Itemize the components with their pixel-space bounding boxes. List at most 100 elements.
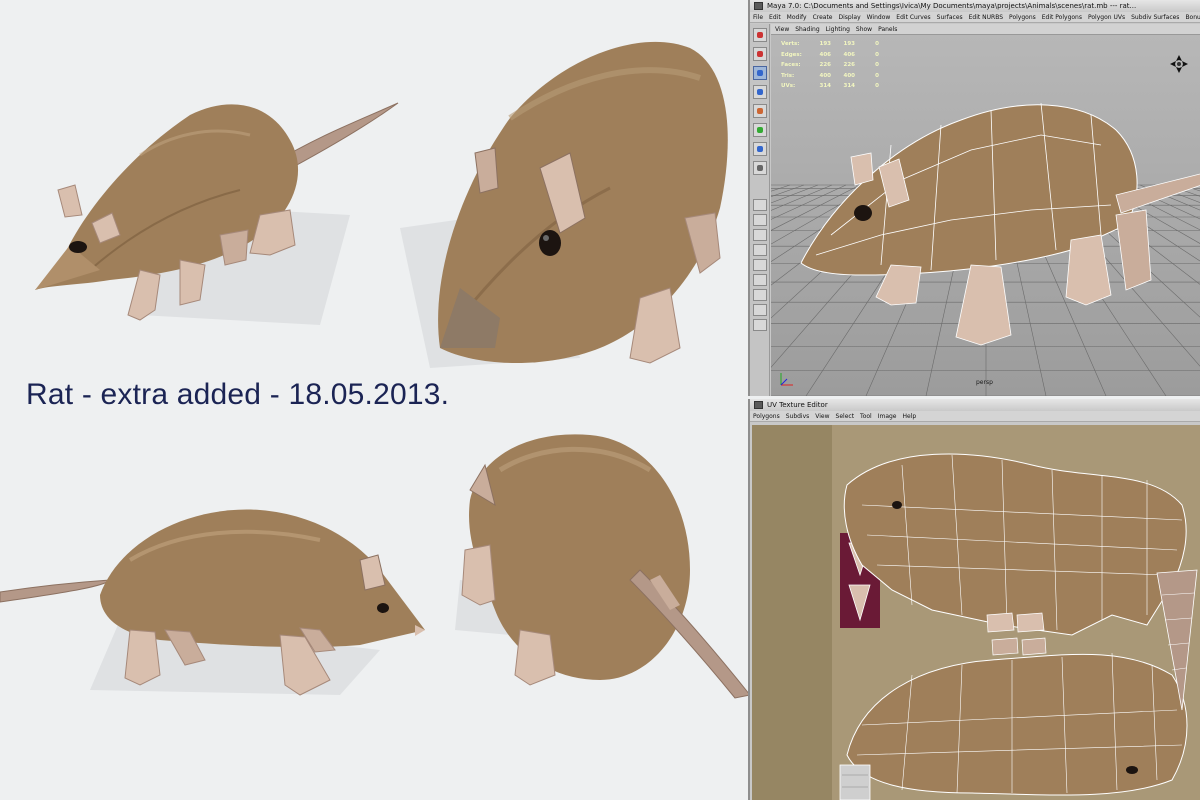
menu-surfaces[interactable]: Surfaces xyxy=(937,14,963,21)
hud-label: Edges: xyxy=(781,51,802,58)
menu-edit-nurbs[interactable]: Edit NURBS xyxy=(969,14,1003,21)
grid-line xyxy=(771,184,805,197)
uv-layout xyxy=(832,425,1200,800)
menu-window[interactable]: Window xyxy=(867,14,891,21)
menu-polygons[interactable]: Polygons xyxy=(1009,14,1036,21)
menu-modify[interactable]: Modify xyxy=(787,14,807,21)
select-icon[interactable] xyxy=(753,28,767,42)
hud-label: UVs: xyxy=(781,83,796,89)
layout-preset-icon[interactable] xyxy=(753,199,767,211)
hud-value: 0 xyxy=(875,72,879,79)
hud-value: 400 xyxy=(843,72,855,79)
move-icon[interactable] xyxy=(753,85,767,99)
lasso-icon[interactable] xyxy=(753,47,767,61)
hud-value: 226 xyxy=(843,62,855,68)
perspective-viewport[interactable]: Verts: 193 193 0 Edges: 406 406 0 Faces: 226 226 0 T… xyxy=(771,35,1200,396)
hud-value: 193 xyxy=(819,41,831,47)
menu-edit-curves[interactable]: Edit Curves xyxy=(896,14,930,21)
paint-select-icon[interactable] xyxy=(753,66,767,80)
hud-row: Edges: 406 406 0 xyxy=(781,50,879,61)
layout-preset-icon[interactable] xyxy=(753,274,767,286)
menu-edit-polygons[interactable]: Edit Polygons xyxy=(1042,14,1082,21)
viewport-panel: View Shading Lighting Show Panels Verts:… xyxy=(771,24,1200,396)
axis-gizmo xyxy=(780,373,793,386)
uv-menu-polygons[interactable]: Polygons xyxy=(753,413,780,420)
grid-line xyxy=(1181,184,1200,192)
uv-menu-help[interactable]: Help xyxy=(903,413,917,420)
uv-menu-select[interactable]: Select xyxy=(836,413,855,420)
panel-menu-view[interactable]: View xyxy=(775,26,789,33)
hud-value: 406 xyxy=(843,51,855,58)
hud-value: 193 xyxy=(843,41,855,47)
hud-value: 400 xyxy=(819,72,831,79)
hud-row: Tris: 400 400 0 xyxy=(781,71,879,82)
uv-menu-subdivs[interactable]: Subdivs xyxy=(786,413,810,420)
rat-wireframe-model xyxy=(800,102,1200,346)
hud-row: Verts: 193 193 0 xyxy=(781,39,879,50)
toolbox xyxy=(750,24,770,396)
grid-line xyxy=(1153,184,1200,203)
render-showcase: Rat - extra added - 18.05.2013. xyxy=(0,0,750,800)
layout-preset-icon[interactable] xyxy=(753,229,767,241)
menu-bonus-tools[interactable]: Bonus Tools xyxy=(1185,14,1200,21)
maya-title: Maya 7.0: C:\Documents and Settings\Ivic… xyxy=(767,2,1137,10)
rat-render-front-three-quarter xyxy=(35,102,399,325)
last-tool-icon[interactable] xyxy=(753,161,767,175)
panel-menu-panels[interactable]: Panels xyxy=(878,26,897,33)
hud-label: Tris: xyxy=(781,72,795,79)
menu-subdiv-surfaces[interactable]: Subdiv Surfaces xyxy=(1131,14,1179,21)
hud-value: 314 xyxy=(819,83,831,89)
hud-value: 0 xyxy=(875,41,879,47)
layout-preset-icon[interactable] xyxy=(753,259,767,271)
layout-preset-icon[interactable] xyxy=(753,319,767,331)
image-composite: Rat - extra added - 18.05.2013. Maya 7.0… xyxy=(0,0,1200,800)
grid-line xyxy=(1139,184,1200,211)
uv-menu-image[interactable]: Image xyxy=(878,413,897,420)
maya-titlebar[interactable]: Maya 7.0: C:\Documents and Settings\Ivic… xyxy=(750,0,1200,12)
panel-menu-lighting[interactable]: Lighting xyxy=(826,26,850,33)
uv-menu-view[interactable]: View xyxy=(815,413,829,420)
view-compass-icon[interactable] xyxy=(1168,53,1190,75)
rotate-icon[interactable] xyxy=(753,104,767,118)
caption: Rat - extra added - 18.05.2013. xyxy=(26,378,450,411)
menu-edit[interactable]: Edit xyxy=(769,14,781,21)
hud-value: 406 xyxy=(819,51,831,58)
hud-value: 0 xyxy=(875,83,879,89)
layout-preset-icon[interactable] xyxy=(753,304,767,316)
grid-line xyxy=(771,184,833,211)
maya-window: Maya 7.0: C:\Documents and Settings\Ivic… xyxy=(748,0,1200,396)
hud-label: Verts: xyxy=(781,41,800,47)
layout-preset-icon[interactable] xyxy=(753,244,767,256)
scale-icon[interactable] xyxy=(753,123,767,137)
poly-count-hud: Verts: 193 193 0 Edges: 406 406 0 Faces: 226 226 0 T… xyxy=(781,39,879,92)
uv-editor-titlebar[interactable]: UV Texture Editor xyxy=(750,399,1200,411)
show-manipulator-icon[interactable] xyxy=(753,142,767,156)
uv-editor-app-icon xyxy=(754,401,763,409)
panel-menubar: View Shading Lighting Show Panels xyxy=(771,24,1200,35)
view-name: persp xyxy=(976,379,993,386)
rat-render-side xyxy=(0,509,425,696)
layout-preset-icon[interactable] xyxy=(753,289,767,301)
layout-preset-icon[interactable] xyxy=(753,214,767,226)
uv-canvas[interactable] xyxy=(752,425,1200,800)
maya-app-icon xyxy=(754,2,763,10)
menu-create[interactable]: Create xyxy=(813,14,833,21)
menu-display[interactable]: Display xyxy=(839,14,861,21)
uv-menu-tool[interactable]: Tool xyxy=(860,413,872,420)
rat-render-closeup xyxy=(400,41,728,368)
menu-polygon-uvs[interactable]: Polygon UVs xyxy=(1088,14,1125,21)
uv-texture-editor-window: UV Texture Editor Polygons Subdivs View Sel… xyxy=(748,399,1200,800)
panel-menu-shading[interactable]: Shading xyxy=(795,26,819,33)
grid-line xyxy=(771,184,819,204)
hud-value: 314 xyxy=(843,83,855,89)
uv-editor-menubar: Polygons Subdivs View Select Tool Image Help xyxy=(750,411,1200,422)
menu-file[interactable]: File xyxy=(753,14,763,21)
hud-value: 0 xyxy=(875,51,879,58)
hud-row: Faces: 226 226 0 xyxy=(781,60,879,71)
panel-menu-show[interactable]: Show xyxy=(856,26,872,33)
hud-label: Faces: xyxy=(781,62,801,68)
rat-render-rear xyxy=(455,434,750,699)
hud-row: UVs: 314 314 0 xyxy=(781,81,879,92)
maya-body: View Shading Lighting Show Panels Verts:… xyxy=(750,24,1200,396)
hud-value: 0 xyxy=(875,62,879,68)
